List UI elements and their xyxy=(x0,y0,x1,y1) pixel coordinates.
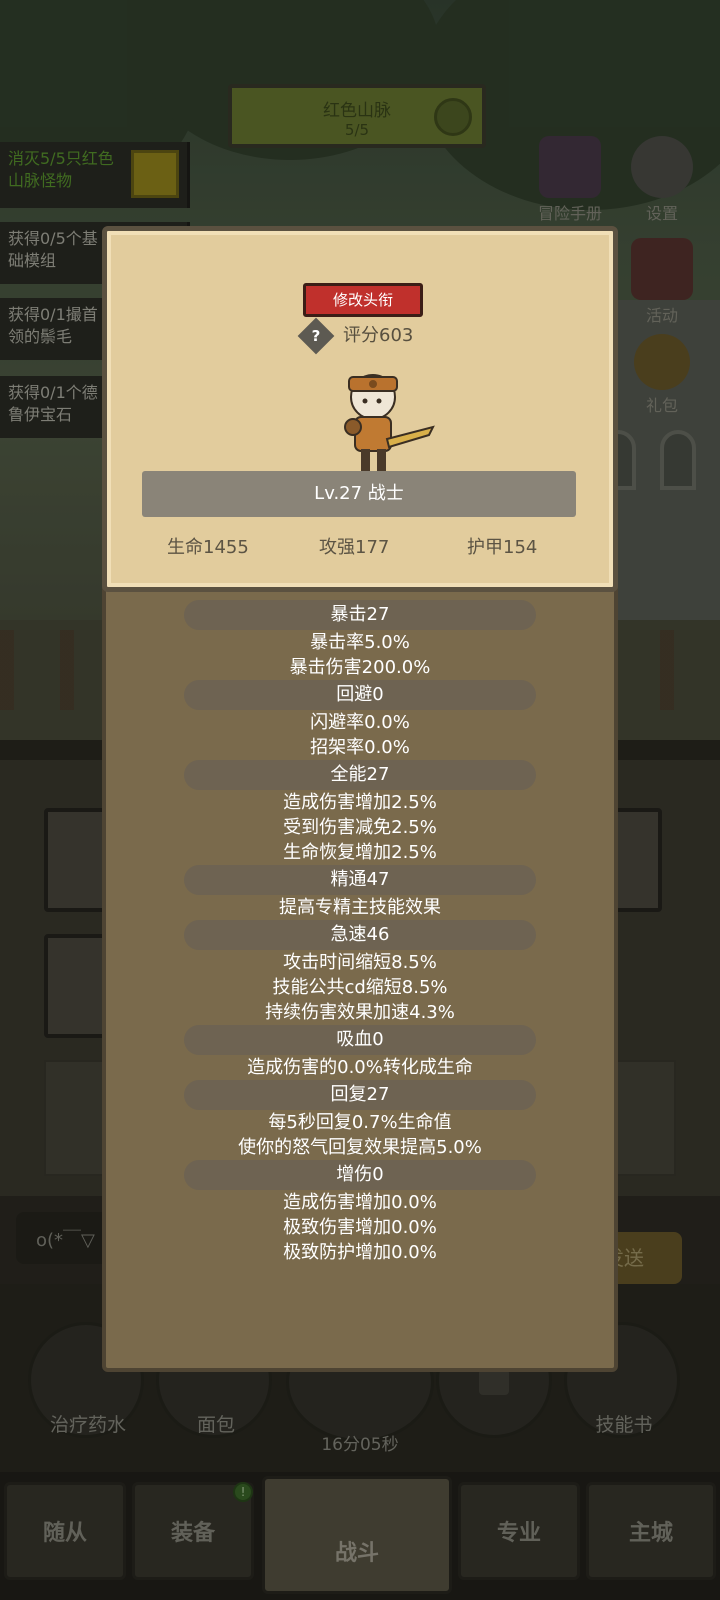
stat-category: 回复27 每5秒回复0.7%生命值 使你的怒气回复效果提高5.0% xyxy=(102,1080,618,1160)
stat-line: 持续伤害效果加速4.3% xyxy=(265,1002,455,1023)
stat-category-title: 回避0 xyxy=(184,680,536,710)
stat-armor: 护甲154 xyxy=(467,537,538,558)
stat-line: 暴击伤害200.0% xyxy=(289,657,431,678)
stats-list: 暴击27 暴击率5.0% 暴击伤害200.0% 回避0 闪避率0.0% 招架率0… xyxy=(102,600,618,1265)
stat-line: 暴击率5.0% xyxy=(310,632,410,653)
warrior-avatar xyxy=(344,374,435,471)
stat-line: 每5秒回复0.7%生命值 xyxy=(268,1112,452,1133)
stat-category-title: 全能27 xyxy=(184,760,536,790)
stat-line: 使你的怒气回复效果提高5.0% xyxy=(238,1137,482,1158)
score-text: 评分603 xyxy=(343,325,414,346)
stat-category: 暴击27 暴击率5.0% 暴击伤害200.0% xyxy=(102,600,618,680)
character-card: 修改头衔 ? 评分603 Lv.27 战士 生命1455 攻强177 护甲154 xyxy=(102,226,618,592)
level-class-bar: Lv.27 战士 xyxy=(142,471,576,517)
stat-category: 精通47 提高专精主技能效果 xyxy=(102,865,618,920)
rename-title-button[interactable]: 修改头衔 xyxy=(303,283,423,317)
stat-category-title: 增伤0 xyxy=(184,1160,536,1190)
stat-category: 急速46 攻击时间缩短8.5% 技能公共cd缩短8.5% 持续伤害效果加速4.3… xyxy=(102,920,618,1025)
stat-category: 回避0 闪避率0.0% 招架率0.0% xyxy=(102,680,618,760)
character-stats-popup: 修改头衔 ? 评分603 Lv.27 战士 生命1455 攻强177 护甲154… xyxy=(102,226,618,1372)
stat-line: 生命恢复增加2.5% xyxy=(283,842,437,863)
stat-category: 全能27 造成伤害增加2.5% 受到伤害减免2.5% 生命恢复增加2.5% xyxy=(102,760,618,865)
stat-hp: 生命1455 xyxy=(167,537,249,558)
score-row: ? 评分603 xyxy=(297,317,463,355)
stat-category-title: 吸血0 xyxy=(184,1025,536,1055)
stat-category-title: 暴击27 xyxy=(184,600,536,630)
stat-line: 受到伤害减免2.5% xyxy=(283,817,437,838)
help-icon-symbol: ? xyxy=(311,327,321,345)
stat-line: 技能公共cd缩短8.5% xyxy=(272,977,448,998)
stat-line: 极致伤害增加0.0% xyxy=(283,1217,437,1238)
stat-line: 造成伤害增加0.0% xyxy=(283,1192,437,1213)
stat-attack: 攻强177 xyxy=(319,537,390,558)
stat-category-title: 回复27 xyxy=(184,1080,536,1110)
stat-category-title: 精通47 xyxy=(184,865,536,895)
stat-category-title: 急速46 xyxy=(184,920,536,950)
stat-category: 增伤0 造成伤害增加0.0% 极致伤害增加0.0% 极致防护增加0.0% xyxy=(102,1160,618,1265)
stat-line: 攻击时间缩短8.5% xyxy=(283,952,437,973)
stat-line: 提高专精主技能效果 xyxy=(279,897,441,918)
stat-line: 闪避率0.0% xyxy=(310,712,410,733)
stat-line: 招架率0.0% xyxy=(310,737,410,758)
stat-category: 吸血0 造成伤害的0.0%转化成生命 xyxy=(102,1025,618,1080)
stat-line: 造成伤害增加2.5% xyxy=(283,792,437,813)
help-icon[interactable]: ? xyxy=(297,317,335,355)
stat-line: 极致防护增加0.0% xyxy=(283,1242,437,1263)
stat-line: 造成伤害的0.0%转化成生命 xyxy=(247,1057,473,1078)
